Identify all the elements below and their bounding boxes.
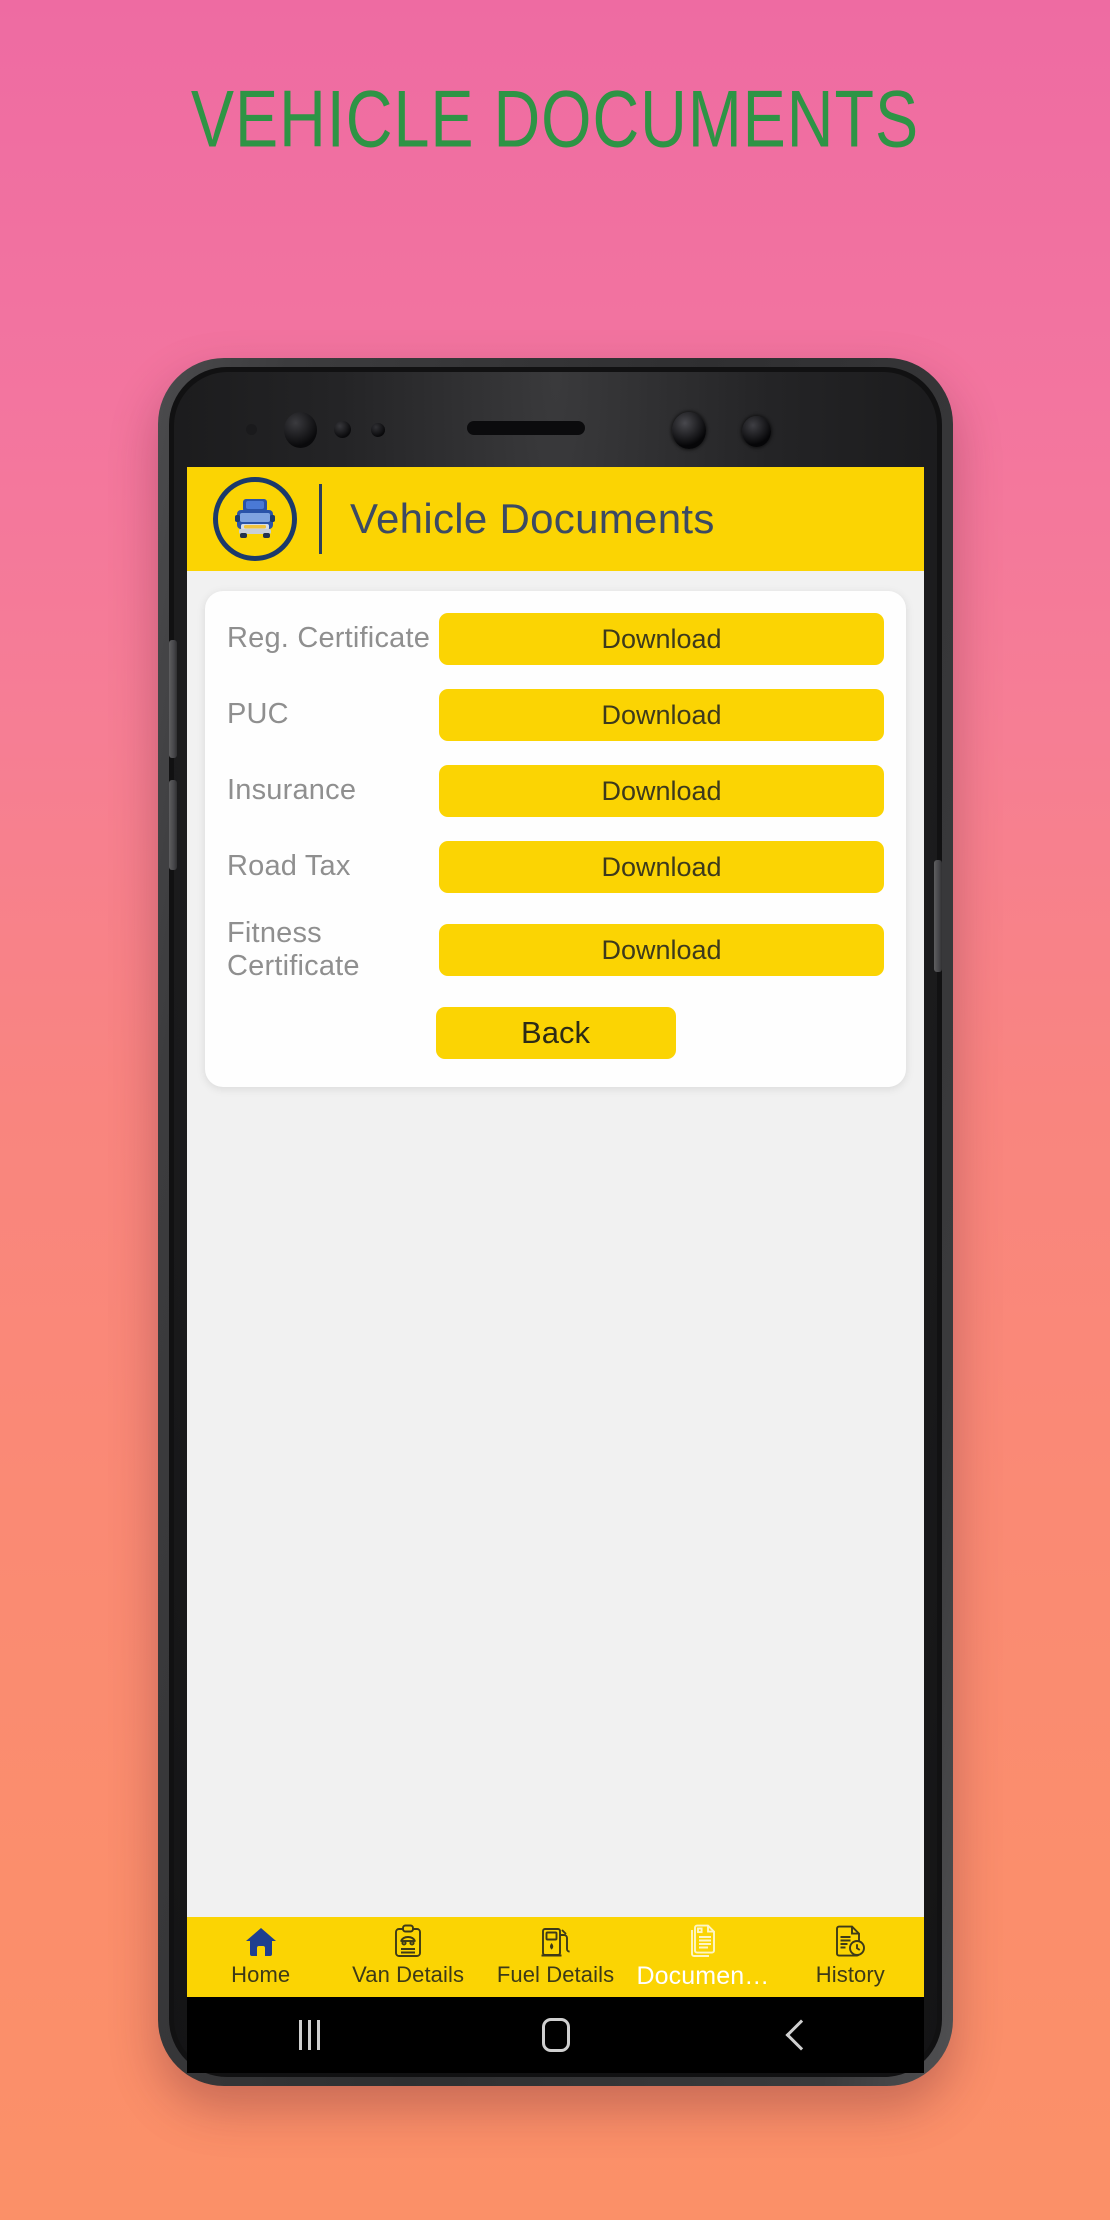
document-label: PUC — [227, 698, 289, 731]
document-row: PUC Download — [227, 689, 884, 741]
vehicle-circle-icon — [213, 477, 297, 561]
nav-item-home[interactable]: Home — [187, 1923, 334, 1988]
phone-mockup: Vehicle Documents Reg. Certificate Downl… — [158, 358, 953, 2086]
document-row: Insurance Download — [227, 765, 884, 817]
document-clock-icon — [834, 1923, 866, 1959]
volume-up-button[interactable] — [169, 640, 177, 758]
home-icon — [244, 1923, 278, 1959]
document-label: Road Tax — [227, 850, 351, 883]
appbar-divider — [319, 484, 322, 554]
android-navigation-bar — [187, 1997, 924, 2073]
nav-item-fuel-details[interactable]: Fuel Details — [482, 1923, 629, 1988]
document-label: Insurance — [227, 774, 357, 807]
nav-item-van-details[interactable]: Van Details — [334, 1923, 481, 1988]
home-square-icon[interactable] — [433, 2018, 679, 2052]
fuel-pump-icon — [540, 1923, 572, 1959]
bottom-navigation-bar: Home Van Details Fuel Details Documen… H… — [187, 1917, 924, 1997]
light-sensor-icon — [371, 423, 385, 437]
document-row: Reg. Certificate Download — [227, 613, 884, 665]
nav-label: Home — [231, 1962, 291, 1987]
front-camera-icon — [284, 412, 317, 448]
document-row: Fitness Certificate Download — [227, 917, 884, 983]
phone-bezel: Vehicle Documents Reg. Certificate Downl… — [169, 372, 942, 2073]
home-square-shape — [541, 2018, 570, 2052]
download-button[interactable]: Download — [439, 613, 884, 665]
download-button[interactable]: Download — [439, 841, 884, 893]
back-chevron-shape — [785, 2019, 817, 2051]
back-chevron-icon[interactable] — [678, 2019, 924, 2051]
page-title: VEHICLE DOCUMENTS — [190, 73, 920, 164]
back-button-container: Back — [227, 1007, 884, 1060]
back-button[interactable]: Back — [435, 1007, 676, 1060]
recents-bars — [299, 2020, 321, 2050]
clipboard-car-icon — [392, 1923, 424, 1959]
recents-icon[interactable] — [187, 2020, 433, 2050]
appbar-title: Vehicle Documents — [350, 495, 715, 542]
nav-label: Van Details — [352, 1962, 465, 1987]
proximity-sensor-icon — [246, 424, 257, 435]
documents-card: Reg. Certificate Download PUC Download I… — [205, 591, 906, 1088]
nav-label: Fuel Details — [496, 1962, 615, 1987]
nav-item-history[interactable]: History — [777, 1923, 924, 1988]
secondary-camera-icon — [672, 412, 706, 449]
sensor-strip — [174, 372, 937, 464]
app-bar: Vehicle Documents — [187, 467, 924, 571]
phone-screen: Vehicle Documents Reg. Certificate Downl… — [187, 467, 924, 1997]
iris-sensor-icon — [334, 421, 351, 438]
power-button[interactable] — [934, 860, 942, 972]
nav-item-documents[interactable]: Documen… — [629, 1923, 776, 1991]
earpiece-speaker — [467, 421, 585, 435]
download-button[interactable]: Download — [439, 765, 884, 817]
download-button[interactable]: Download — [439, 924, 884, 977]
tertiary-camera-icon — [742, 416, 771, 447]
document-row: Road Tax Download — [227, 841, 884, 893]
documents-icon — [687, 1923, 719, 1959]
nav-label: Documen… — [636, 1962, 770, 1990]
document-label: Fitness Certificate — [227, 917, 360, 983]
nav-label: History — [815, 1962, 885, 1987]
volume-down-button[interactable] — [169, 780, 177, 870]
download-button[interactable]: Download — [439, 689, 884, 741]
document-label: Reg. Certificate — [227, 622, 431, 655]
